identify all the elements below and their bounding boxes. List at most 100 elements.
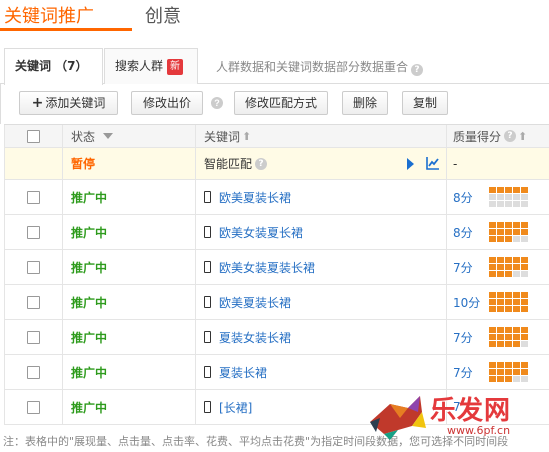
row-checkbox[interactable] bbox=[27, 260, 40, 274]
tab-keywords[interactable]: 关键词 （7） bbox=[4, 48, 103, 85]
status-active[interactable]: 推广中 bbox=[71, 294, 107, 311]
keyword-link[interactable]: 欧美夏装长裙 bbox=[219, 189, 291, 206]
quality-bar-cell bbox=[497, 292, 504, 298]
quality-bar-cell bbox=[497, 229, 504, 235]
status-active[interactable]: 推广中 bbox=[71, 259, 107, 276]
tab-keyword-promotion[interactable]: 关键词推广 bbox=[4, 2, 94, 28]
header-status[interactable]: 状态 bbox=[62, 125, 195, 147]
mobile-icon bbox=[204, 191, 211, 203]
header-keyword[interactable]: 关键词 ⬆ bbox=[195, 125, 446, 147]
help-icon[interactable]: ? bbox=[211, 97, 223, 109]
header-status-label: 状态 bbox=[71, 129, 96, 144]
mobile-icon bbox=[204, 261, 211, 273]
active-tab-underline bbox=[0, 28, 132, 31]
quality-bar-cell bbox=[513, 264, 520, 270]
quality-bar-cell bbox=[505, 369, 512, 375]
trend-chart-icon[interactable] bbox=[426, 156, 440, 170]
quality-score[interactable]: 8分 bbox=[453, 224, 487, 241]
quality-bar-cell bbox=[521, 187, 528, 193]
keyword-link[interactable]: [长裙] bbox=[219, 399, 252, 416]
play-icon[interactable] bbox=[407, 158, 414, 170]
table-row: 推广中 欧美女装夏装长裙 7分 bbox=[4, 250, 549, 285]
quality-bar-cell bbox=[513, 292, 520, 298]
tab-keywords-label: 关键词 （7） bbox=[15, 59, 88, 73]
quality-bar-cell bbox=[513, 236, 520, 242]
copy-button[interactable]: 复制 bbox=[402, 91, 448, 115]
quality-bar-cell bbox=[489, 292, 496, 298]
keyword-cell: 智能匹配? bbox=[195, 148, 446, 179]
watermark-url: www.6pf.cn bbox=[447, 424, 511, 437]
tab-creative[interactable]: 创意 bbox=[145, 2, 181, 28]
mobile-icon bbox=[204, 226, 211, 238]
plus-icon: + bbox=[31, 95, 44, 111]
quality-bar-cell bbox=[505, 327, 512, 333]
status-active[interactable]: 推广中 bbox=[71, 189, 107, 206]
tab-search-audience[interactable]: 搜索人群新 bbox=[104, 48, 198, 84]
quality-score[interactable]: 10分 bbox=[453, 294, 487, 311]
quality-bar-cell bbox=[497, 236, 504, 242]
keyword-link[interactable]: 欧美女装夏长裙 bbox=[219, 224, 303, 241]
status-active[interactable]: 推广中 bbox=[71, 364, 107, 381]
select-cell bbox=[4, 180, 62, 214]
quality-score[interactable]: 8分 bbox=[453, 189, 487, 206]
quality-bar-cell bbox=[513, 362, 520, 368]
quality-bar-cell bbox=[497, 299, 504, 305]
quality-bar-cell bbox=[513, 306, 520, 312]
select-all-checkbox[interactable] bbox=[27, 129, 40, 143]
quality-bar-cell bbox=[521, 341, 528, 347]
keyword-link[interactable]: 夏装女装长裙 bbox=[219, 329, 291, 346]
sort-arrow-icon: ⬆ bbox=[242, 129, 252, 143]
quality-bar-cell bbox=[521, 334, 528, 340]
add-keyword-button[interactable]: + 添加关键词 bbox=[19, 91, 118, 115]
help-icon[interactable]: ? bbox=[411, 64, 424, 76]
quality-bar-cell bbox=[513, 229, 520, 235]
quality-bar-cell bbox=[497, 201, 504, 207]
row-checkbox[interactable] bbox=[27, 295, 40, 309]
header-quality[interactable]: 质量得分? ⬆ bbox=[446, 125, 549, 147]
status-cell: 推广中 bbox=[62, 320, 195, 354]
top-tabs: 关键词推广 创意 bbox=[0, 0, 549, 32]
status-active[interactable]: 推广中 bbox=[71, 399, 107, 416]
quality-cell: 8分 bbox=[446, 215, 549, 249]
status-paused[interactable]: 暂停 bbox=[71, 155, 95, 172]
quality-bar-cell bbox=[489, 271, 496, 277]
select-cell bbox=[4, 285, 62, 319]
keyword-cell: 夏装女装长裙 bbox=[195, 320, 446, 354]
quality-score[interactable]: 7分 bbox=[453, 329, 487, 346]
quality-bar-cell bbox=[521, 306, 528, 312]
status-cell: 推广中 bbox=[62, 355, 195, 389]
help-icon[interactable]: ? bbox=[504, 130, 517, 142]
edit-price-button[interactable]: 修改出价 bbox=[131, 91, 203, 115]
row-checkbox[interactable] bbox=[27, 400, 40, 414]
add-keyword-label: 添加关键词 bbox=[45, 96, 106, 110]
quality-score[interactable]: 7分 bbox=[453, 259, 487, 276]
quality-bar-cell bbox=[521, 292, 528, 298]
row-checkbox[interactable] bbox=[27, 330, 40, 344]
quality-cell: 7分 bbox=[446, 250, 549, 284]
help-icon[interactable]: ? bbox=[255, 157, 268, 170]
mobile-icon bbox=[204, 331, 211, 343]
delete-button[interactable]: 删除 bbox=[342, 91, 388, 115]
quality-bar-cell bbox=[521, 264, 528, 270]
quality-bar-cell bbox=[489, 194, 496, 200]
status-active[interactable]: 推广中 bbox=[71, 224, 107, 241]
status-cell: 推广中 bbox=[62, 285, 195, 319]
keyword-link[interactable]: 欧美女装夏装长裙 bbox=[219, 259, 315, 276]
quality-score[interactable]: 7分 bbox=[453, 364, 487, 381]
quality-bar-cell bbox=[489, 327, 496, 333]
quality-bar-cell bbox=[497, 257, 504, 263]
quality-bar-cell bbox=[513, 334, 520, 340]
keyword-link[interactable]: 夏装长裙 bbox=[219, 364, 267, 381]
edit-match-type-button[interactable]: 修改匹配方式 bbox=[234, 91, 328, 115]
row-checkbox[interactable] bbox=[27, 190, 40, 204]
select-cell bbox=[4, 320, 62, 354]
quality-bar-cell bbox=[521, 362, 528, 368]
row-checkbox[interactable] bbox=[27, 365, 40, 379]
mobile-icon bbox=[204, 401, 211, 413]
quality-bar-cell bbox=[505, 306, 512, 312]
status-active[interactable]: 推广中 bbox=[71, 329, 107, 346]
select-cell bbox=[4, 355, 62, 389]
keyword-link[interactable]: 欧美夏装长裙 bbox=[219, 294, 291, 311]
row-checkbox[interactable] bbox=[27, 225, 40, 239]
quality-bar-cell bbox=[489, 341, 496, 347]
